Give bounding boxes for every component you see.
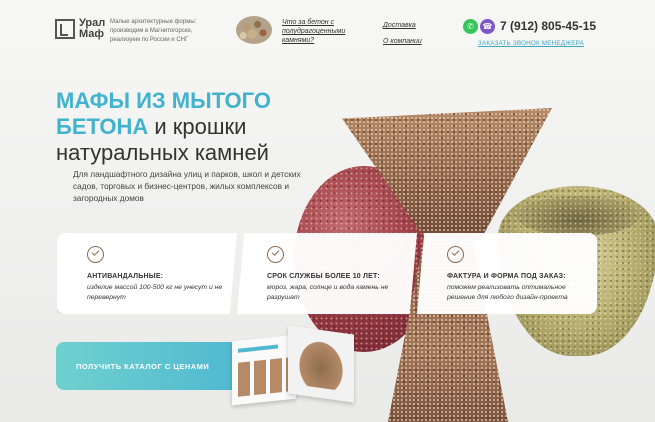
card-title: АНТИВАНДАЛЬНЫЕ:	[87, 273, 164, 280]
feature-card-lifetime: СРОК СЛУЖБЫ БОЛЕЕ 10 ЛЕТ: мороз, жара, с…	[237, 233, 417, 314]
check-circle-icon	[447, 246, 464, 263]
card-title: ФАКТУРА И ФОРМА ПОД ЗАКАЗ:	[447, 273, 566, 280]
card-desc: мороз, жара, солнце и вода камень не раз…	[267, 284, 389, 301]
nav-delivery-link[interactable]: Доставка	[383, 22, 416, 29]
viber-icon[interactable]: ☎	[480, 19, 495, 34]
logo-line2: Маф	[79, 28, 105, 40]
feature-card-antivandal: АНТИВАНДАЛЬНЫЕ: изделие массой 100-500 к…	[57, 233, 237, 314]
get-catalog-button[interactable]: ПОЛУЧИТЬ КАТАЛОГ С ЦЕНАМИ	[56, 342, 246, 390]
whatsapp-icon[interactable]: ✆	[463, 19, 478, 34]
catalog-page-left	[232, 334, 296, 406]
hero-title-rest1: и крошки	[148, 114, 247, 139]
hero-title-accent2: БЕТОНА	[56, 114, 149, 139]
feature-card-custom: ФАКТУРА И ФОРМА ПОД ЗАКАЗ: поможем реали…	[417, 233, 597, 314]
card-desc: изделие массой 100-500 кг не унесут и не…	[87, 284, 223, 301]
callback-link[interactable]: ЗАКАЗАТЬ ЗВОНОК МЕНЕДЖЕРА	[478, 40, 584, 47]
catalog-preview-image	[232, 325, 356, 406]
hero-subtitle: Для ландшафтного дизайна улиц и парков, …	[73, 169, 301, 203]
check-circle-icon	[267, 246, 284, 263]
card-title: СРОК СЛУЖБЫ БОЛЕЕ 10 ЛЕТ:	[267, 273, 380, 280]
hero-title-rest2: натуральных камней	[56, 140, 269, 165]
phone-number[interactable]: 7 (912) 805-45-15	[500, 19, 596, 33]
pebbles-image	[236, 16, 272, 44]
logo-mark-icon	[55, 19, 75, 39]
catalog-page-right	[288, 325, 354, 403]
card-desc: поможем реализовать оптимальное решение …	[447, 284, 568, 301]
logo[interactable]: Урал Маф	[55, 18, 105, 40]
feature-cards: АНТИВАНДАЛЬНЫЕ: изделие массой 100-500 к…	[57, 233, 597, 314]
hero-title: МАФЫ ИЗ МЫТОГО БЕТОНА и крошки натуральн…	[56, 88, 356, 166]
logo-text: Урал Маф	[79, 18, 105, 40]
nav-about-link[interactable]: О компании	[383, 38, 422, 45]
hero-title-accent1: МАФЫ ИЗ МЫТОГО	[56, 88, 271, 113]
tagline: Малые архитектурные формы: производим в …	[110, 19, 197, 43]
check-circle-icon	[87, 246, 104, 263]
stone-info-link[interactable]: Что за бетон с полудрагоценными камнями?	[282, 18, 364, 45]
